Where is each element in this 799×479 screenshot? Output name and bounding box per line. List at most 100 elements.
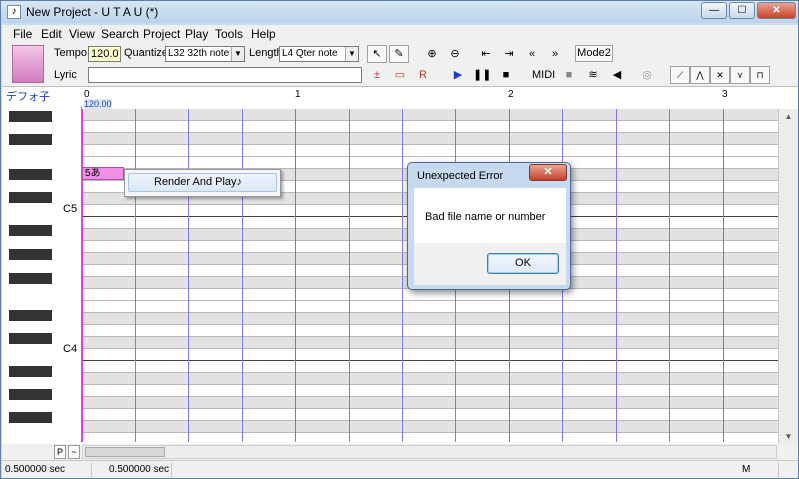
close-window-button[interactable]: ✕ [757,2,796,19]
black-key[interactable] [9,169,52,180]
black-key[interactable] [9,310,52,321]
menu-tools[interactable]: Tools [215,27,243,41]
measure-ruler[interactable]: 0 1 2 3 [82,87,778,109]
pointer-icon[interactable]: ↖ [367,45,387,63]
delete-note-icon[interactable]: ▭ [390,66,410,84]
grid-row [82,349,778,361]
midi-label: MIDI [532,69,556,81]
lyric-label: Lyric [54,69,77,81]
grid-row [82,289,778,301]
black-key[interactable] [9,134,52,145]
black-key[interactable] [9,111,52,122]
grid-row [82,325,778,337]
vertical-scrollbar[interactable]: ▲ ▼ [778,109,798,444]
menu-edit[interactable]: Edit [41,27,62,41]
singer-name[interactable]: デフォ子 [6,88,50,104]
tilde-button[interactable]: ~ [68,445,80,459]
step-back-icon[interactable]: « [522,45,542,63]
beat-line [616,109,617,442]
menu-bar: File Edit View Search Project Play Tools… [2,25,798,43]
grid-row [82,109,778,121]
tempo-marker[interactable]: 120.00 [84,99,112,109]
piano-keyboard[interactable]: C5 C4 [7,107,82,442]
beat-line [242,109,243,442]
lyric-input[interactable] [88,67,362,83]
p-button[interactable]: P [54,445,66,459]
grid-row [82,301,778,313]
grid-row [82,133,778,145]
settings-icon[interactable]: ≋ [583,66,603,84]
grid-row [82,421,778,433]
tempo-label: Tempo [54,47,88,59]
measure-line [723,109,724,442]
black-key[interactable] [9,333,52,344]
envelope-3-icon[interactable]: ✕ [710,66,730,84]
scroll-thumb[interactable] [85,447,165,457]
black-key[interactable] [9,249,52,260]
measure-line [82,109,83,442]
status-right-time: 0.500000 sec [106,463,172,477]
toolbar: Tempo 120.0 Quantize L32 32th note ▼ Leng… [2,43,798,87]
minimize-button[interactable]: — [701,2,727,19]
insert-rest-icon[interactable]: R [413,66,433,84]
skip-end-icon[interactable]: ⇥ [499,45,519,63]
menu-view[interactable]: View [69,27,95,41]
black-key[interactable] [9,225,52,236]
record-icon[interactable]: ■ [559,66,579,84]
ok-button[interactable]: OK [487,253,559,274]
dialog-title: Unexpected Error [417,170,504,182]
black-key[interactable] [9,389,52,400]
stop-icon[interactable]: ■ [496,66,516,84]
grid-row [82,313,778,325]
render-and-play-menu-item[interactable]: Render And Play♪ [128,173,277,192]
beat-line [188,109,189,442]
maximize-button[interactable]: ☐ [729,2,755,19]
singer-avatar[interactable] [12,45,44,83]
zoom-in-icon[interactable]: ⊕ [422,45,442,63]
black-key[interactable] [9,366,52,377]
zoom-out-icon[interactable]: ⊖ [445,45,465,63]
measure-label: 3 [722,89,728,100]
context-menu: Render And Play♪ [124,169,281,197]
loop-icon[interactable]: ◎ [637,66,657,84]
skip-start-icon[interactable]: ⇤ [476,45,496,63]
envelope-1-icon[interactable]: ⟋ [670,66,690,84]
grid-row [82,373,778,385]
measure-line [295,109,296,442]
step-forward-icon[interactable]: » [545,45,565,63]
menu-project[interactable]: Project [143,27,180,41]
horizontal-scrollbar[interactable] [82,445,777,459]
black-key[interactable] [9,412,52,423]
menu-file[interactable]: File [13,27,32,41]
pencil-icon[interactable]: ✎ [389,45,409,63]
scroll-down-icon[interactable]: ▼ [781,429,796,444]
black-key[interactable] [9,273,52,284]
piano-roll: デフォ子 0 1 2 3 120.00 C5 C4 5あ ▲ ▼ [2,87,798,444]
speaker-icon[interactable]: ◀ [607,66,627,84]
tempo-input[interactable]: 120.0 [88,46,121,62]
status-bar: 0.500000 sec 0.500000 sec M [2,460,798,478]
insert-note-icon[interactable]: ± [367,66,387,84]
grid-row [82,337,778,349]
grid-row [82,409,778,421]
length-select[interactable]: L4 Qter note ▼ [279,46,359,62]
note-block[interactable]: 5あ [82,167,124,180]
play-icon[interactable]: ▶ [448,66,468,84]
quantize-label: Quantize [124,47,169,59]
menu-help[interactable]: Help [251,27,276,41]
envelope-2-icon[interactable]: ⋀ [690,66,710,84]
black-key[interactable] [9,192,52,203]
pause-icon[interactable]: ❚❚ [472,66,492,84]
dialog-close-button[interactable]: ✕ [529,164,567,181]
envelope-5-icon[interactable]: ⊓ [750,66,770,84]
quantize-select[interactable]: L32 32th note ▼ [165,46,245,62]
grid-row [82,433,778,444]
status-mode: M [739,463,779,477]
menu-play[interactable]: Play [185,27,208,41]
measure-label: 2 [508,89,514,100]
chevron-down-icon: ▼ [345,47,358,61]
mode2-button[interactable]: Mode2 [575,45,613,62]
scroll-up-icon[interactable]: ▲ [781,109,796,124]
menu-search[interactable]: Search [101,27,139,41]
envelope-4-icon[interactable]: ⋎ [730,66,750,84]
